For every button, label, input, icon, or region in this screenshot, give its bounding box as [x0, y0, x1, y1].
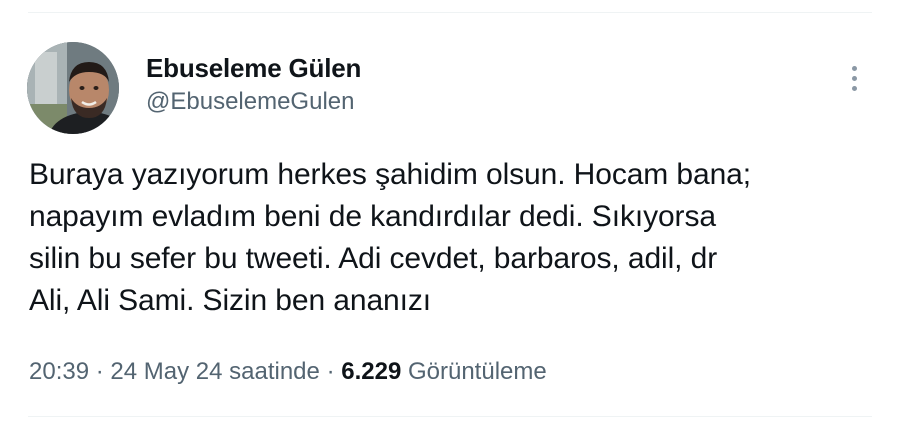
top-divider: [28, 12, 872, 13]
views-count[interactable]: 6.229: [341, 358, 401, 385]
tweet-text-line: Buraya yazıyorum herkes şahidim olsun. H…: [29, 158, 752, 191]
avatar[interactable]: [27, 42, 119, 134]
more-options-button[interactable]: [838, 60, 870, 96]
more-vertical-icon-dot: [851, 75, 857, 81]
more-vertical-icon-dot: [851, 85, 857, 91]
tweet-text-line: napayım evladım beni de kandırdılar dedi…: [29, 200, 716, 233]
author-handle[interactable]: @EbuselemeGulen: [146, 88, 354, 116]
tweet-time[interactable]: 20:39: [29, 358, 89, 385]
author-display-name[interactable]: Ebuseleme Gülen: [146, 53, 361, 84]
tweet-text-line: silin bu sefer bu tweeti. Adi cevdet, ba…: [29, 242, 718, 275]
tweet-text-line: Ali, Ali Sami. Sizin ben ananızı: [29, 284, 432, 317]
more-vertical-icon: [851, 65, 857, 71]
avatar-photo: [27, 42, 119, 134]
meta-separator: ·: [95, 358, 104, 385]
tweet-text: Buraya yazıyorum herkes şahidim olsun. H…: [29, 154, 874, 322]
tweet-metadata: 20:39 · 24 May 24 saatinde · 6.229 Görün…: [29, 358, 547, 386]
tweet-date[interactable]: 24 May 24 saatinde: [110, 358, 319, 385]
views-label[interactable]: Görüntüleme: [408, 358, 547, 385]
meta-separator: ·: [326, 358, 335, 385]
bottom-divider: [28, 416, 872, 417]
